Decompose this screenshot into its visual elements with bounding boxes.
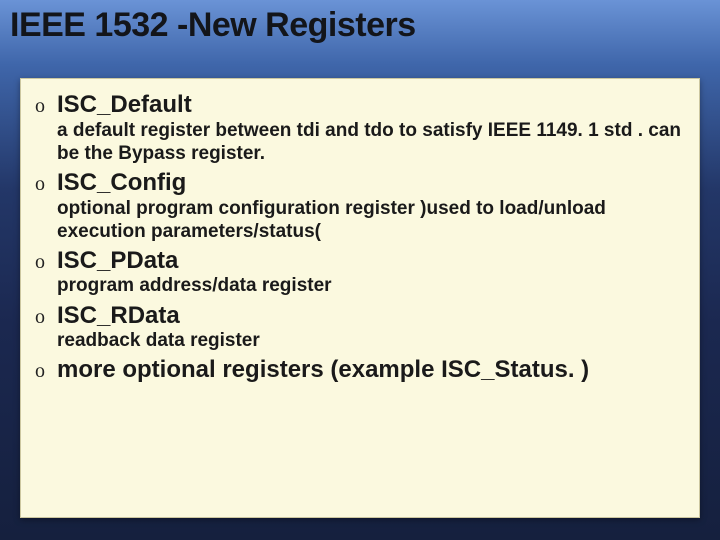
slide: IEEE 1532 -New Registers o ISC_Default a… [0,0,720,540]
list-item: o ISC_Default a default register between… [35,91,687,165]
item-term: ISC_RData [57,302,180,330]
item-desc: readback data register [57,329,687,352]
list-item: o ISC_PData program address/data registe… [35,247,687,298]
item-header: o ISC_Config [35,169,687,197]
item-desc: a default register between tdi and tdo t… [57,119,687,165]
bullet-icon: o [35,173,57,196]
page-title: IEEE 1532 -New Registers [10,6,416,45]
bullet-icon: o [35,95,57,118]
item-desc: program address/data register [57,274,687,297]
item-header: o more optional registers (example ISC_S… [35,356,687,384]
bullet-icon: o [35,306,57,329]
item-desc: optional program configuration register … [57,197,687,243]
content-box: o ISC_Default a default register between… [20,78,700,518]
item-term: more optional registers (example ISC_Sta… [57,356,589,384]
item-header: o ISC_Default [35,91,687,119]
item-term: ISC_PData [57,247,178,275]
bullet-icon: o [35,251,57,274]
list-item: o more optional registers (example ISC_S… [35,356,687,384]
item-term: ISC_Default [57,91,192,119]
bullet-icon: o [35,360,57,383]
list-item: o ISC_Config optional program configurat… [35,169,687,243]
item-header: o ISC_PData [35,247,687,275]
item-header: o ISC_RData [35,302,687,330]
item-term: ISC_Config [57,169,186,197]
list-item: o ISC_RData readback data register [35,302,687,353]
